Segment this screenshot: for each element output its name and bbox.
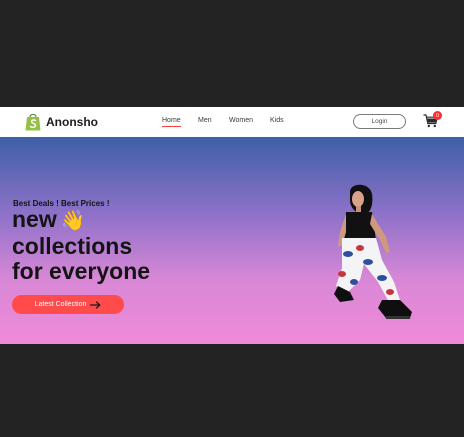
hero-headline: new 👋 collections for everyone [12,207,150,284]
headline-line3: for everyone [12,258,151,284]
navbar: Anonsho Home Men Women Kids Login 0 [0,107,464,137]
nav-item-women[interactable]: Women [229,117,253,124]
headline-line2: collections [12,233,133,259]
headline-line1: new [12,206,57,232]
nav-item-men[interactable]: Men [198,117,212,124]
model-photo [334,184,412,319]
login-button[interactable]: Login [353,114,406,129]
nav-item-home[interactable]: Home [162,117,181,127]
nav-item-kids[interactable]: Kids [270,117,284,124]
cta-label: Latest Collection [34,301,87,308]
latest-collection-button[interactable]: Latest Collection [12,295,124,314]
wave-icon: 👋 [60,210,86,232]
arrow-right-icon [90,300,101,309]
cart-count-badge: 0 [433,111,442,120]
hero-section: Best Deals ! Best Prices ! new 👋 collecti… [0,137,464,344]
